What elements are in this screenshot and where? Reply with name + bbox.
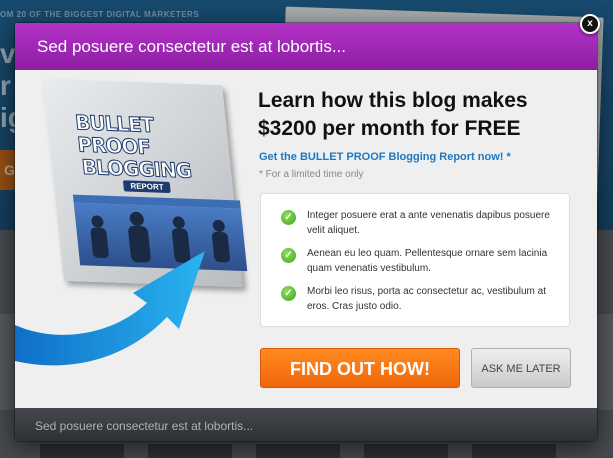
- benefit-item: ✓ Morbi leo risus, porta ac consectetur …: [281, 284, 569, 322]
- check-icon: ✓: [281, 286, 296, 301]
- benefits-list: ✓ Integer posuere erat a ante venenatis …: [260, 193, 570, 327]
- popup-modal: Sed posuere consectetur est at lobortis.…: [15, 23, 597, 441]
- book-report-badge: REPORT: [122, 180, 172, 194]
- benefit-text: Morbi leo risus, porta ac consectetur ac…: [307, 286, 546, 312]
- headline: Learn how this blog makes $3200 per mont…: [258, 89, 528, 140]
- limited-time-note: * For a limited time only: [259, 169, 364, 180]
- find-out-how-button[interactable]: FIND OUT HOW!: [260, 348, 460, 388]
- modal-top-bar: Sed posuere consectetur est at lobortis.…: [15, 23, 597, 70]
- ask-me-later-button[interactable]: ASK ME LATER: [471, 348, 571, 388]
- check-icon: ✓: [281, 248, 296, 263]
- benefit-text: Aenean eu leo quam. Pellentesque ornare …: [307, 248, 548, 274]
- check-icon: ✓: [281, 210, 296, 225]
- benefit-item: ✓ Integer posuere erat a ante venenatis …: [281, 208, 569, 246]
- book-title-line: BLOGGING: [80, 154, 193, 183]
- benefit-item: ✓ Aenean eu leo quam. Pellentesque ornar…: [281, 246, 569, 284]
- close-icon[interactable]: x: [580, 14, 600, 34]
- blue-arrow-icon: [15, 251, 205, 366]
- benefit-text: Integer posuere erat a ante venenatis da…: [307, 210, 550, 236]
- report-subheading: Get the BULLET PROOF Blogging Report now…: [259, 151, 511, 163]
- modal-footer: Sed posuere consectetur est at lobortis.…: [15, 408, 597, 441]
